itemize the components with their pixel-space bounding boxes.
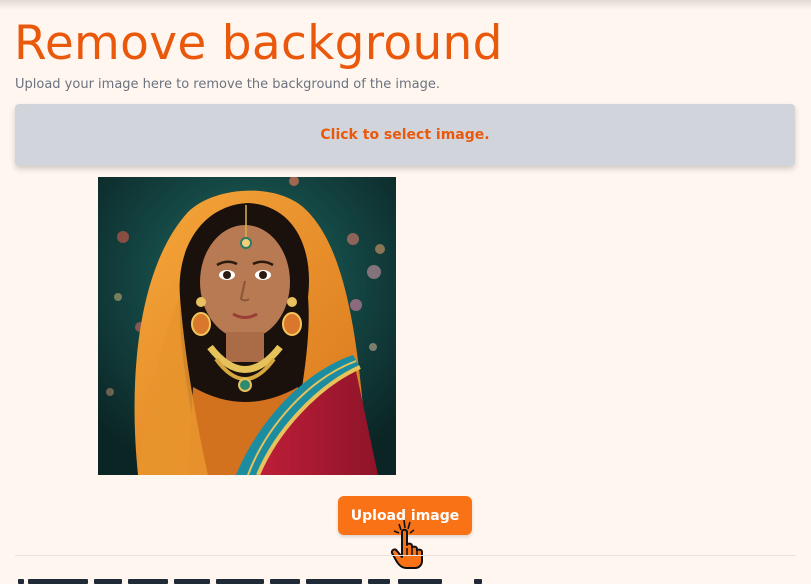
select-image-dropzone[interactable]: Click to select image. xyxy=(15,104,795,166)
upload-image-label: Upload image xyxy=(350,507,460,524)
page-subtitle: Upload your image here to remove the bac… xyxy=(15,77,441,92)
section-divider xyxy=(15,555,796,556)
cut-off-text xyxy=(18,574,488,584)
preview-image xyxy=(98,177,396,475)
upload-image-button[interactable]: Upload image xyxy=(338,496,472,535)
portrait-image-icon xyxy=(98,177,396,475)
select-image-label: Click to select image. xyxy=(320,127,490,143)
page-title: Remove background xyxy=(14,16,503,71)
top-shadow xyxy=(0,0,811,10)
page: Remove background Upload your image here… xyxy=(0,0,811,584)
